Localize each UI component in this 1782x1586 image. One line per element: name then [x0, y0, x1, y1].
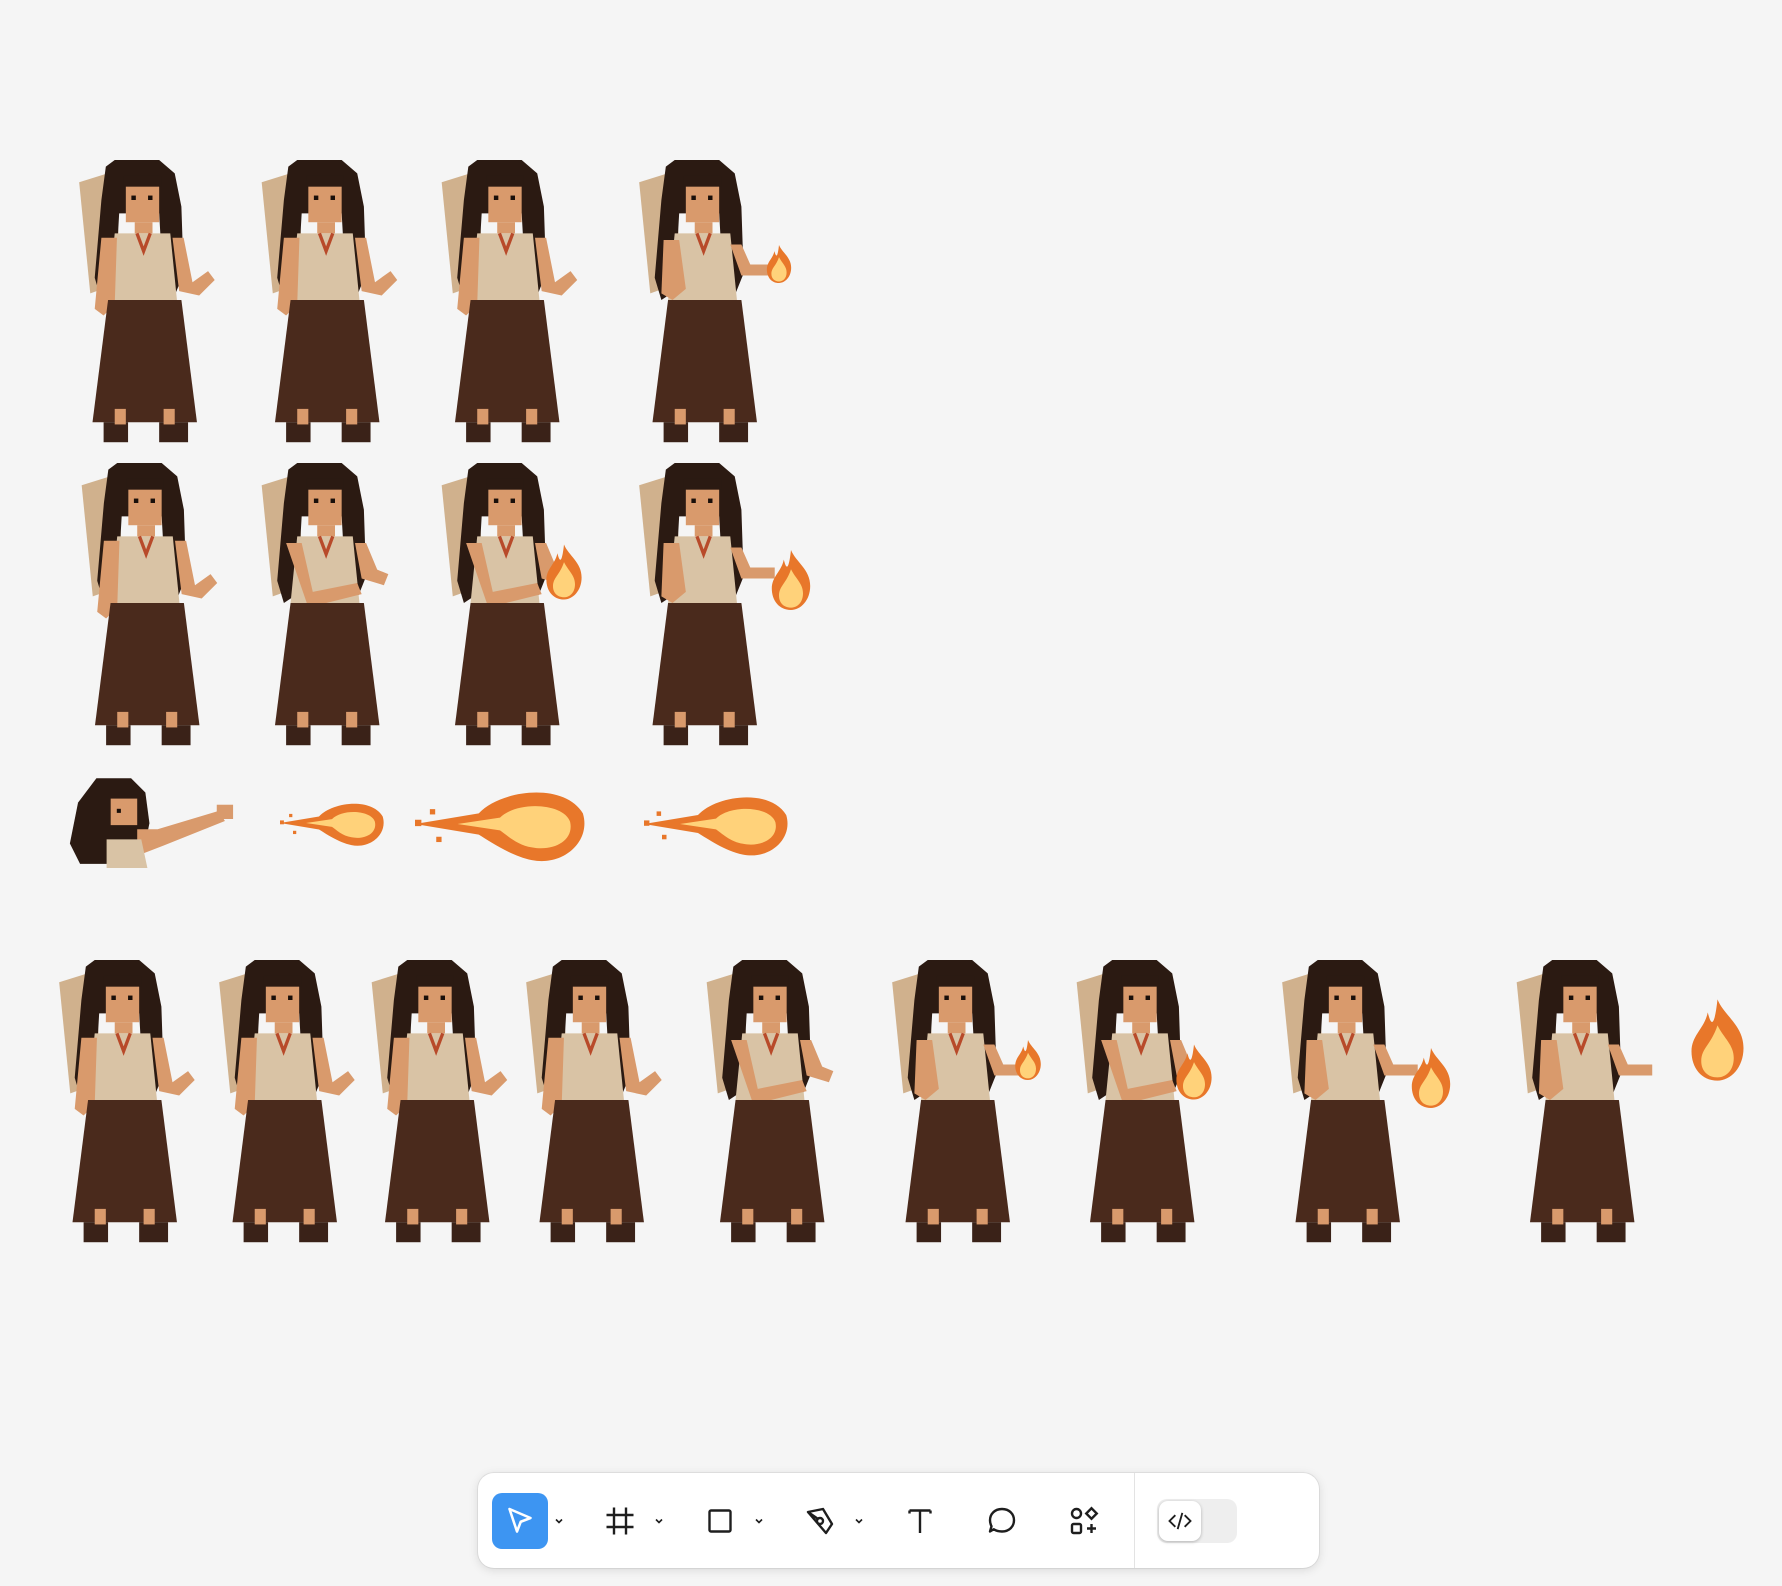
flame-effect	[542, 540, 586, 604]
sheet-frame-r2-cast-flame[interactable]	[615, 463, 790, 763]
sheet-frame-r1-idle-1[interactable]	[70, 160, 215, 460]
cursor-arrow-icon	[508, 1507, 532, 1533]
chevron-down-icon	[555, 1518, 563, 1524]
flame-effect	[1405, 1048, 1457, 1108]
speech-bubble-icon	[988, 1507, 1016, 1533]
sheet-frame-r2-idle[interactable]	[70, 463, 220, 763]
dev-mode-toggle[interactable]	[1157, 1498, 1237, 1543]
code-brackets-icon	[1168, 1512, 1192, 1529]
strip-frame-1[interactable]	[50, 960, 195, 1260]
assets-tool-button[interactable]	[1056, 1493, 1112, 1549]
rectangle-icon	[708, 1508, 732, 1533]
cast-pose-sprite[interactable]	[65, 768, 240, 870]
design-canvas[interactable]	[0, 0, 1782, 1586]
toolbar-divider	[1134, 1473, 1135, 1568]
text-t-icon	[908, 1508, 932, 1533]
strip-frame-3[interactable]	[355, 960, 515, 1260]
text-tool-button[interactable]	[892, 1493, 948, 1549]
pen-tool-button[interactable]	[792, 1493, 848, 1549]
chevron-down-icon	[755, 1518, 763, 1524]
strip-frame-4[interactable]	[512, 960, 667, 1260]
sheet-frame-r1-hold-ember[interactable]	[615, 160, 790, 460]
shapes-plus-icon	[1070, 1506, 1099, 1534]
flame-effect	[1172, 1040, 1216, 1104]
move-tool-menu-button[interactable]	[548, 1493, 570, 1549]
dev-mode-knob	[1159, 1500, 1201, 1541]
chevron-down-icon	[855, 1518, 863, 1524]
frame-tool-menu-button[interactable]	[648, 1493, 670, 1549]
shape-tool-button[interactable]	[692, 1493, 748, 1549]
hash-frame-icon	[606, 1507, 634, 1534]
strip-frame-7[interactable]	[1060, 960, 1220, 1260]
sheet-frame-r1-idle-3[interactable]	[425, 160, 585, 460]
shape-tool-menu-button[interactable]	[748, 1493, 770, 1549]
fireball-small[interactable]	[280, 780, 384, 866]
move-tool-button[interactable]	[492, 1492, 548, 1549]
fireball-large[interactable]	[630, 788, 802, 860]
strip-frame-6[interactable]	[868, 960, 1043, 1260]
sheet-frame-r1-idle-2[interactable]	[245, 160, 405, 460]
sheet-frame-r2-charge[interactable]	[245, 463, 405, 763]
strip-frame-2[interactable]	[205, 960, 360, 1260]
pen-nib-icon	[806, 1507, 834, 1534]
flame-effect	[766, 550, 816, 610]
strip-frame-5[interactable]	[690, 960, 850, 1260]
flame-effect	[1685, 995, 1750, 1085]
fireball-medium[interactable]	[415, 778, 585, 870]
strip-frame-9[interactable]	[1480, 960, 1680, 1260]
ember-effect	[1002, 1040, 1054, 1080]
bottom-toolbar	[478, 1473, 1319, 1568]
chevron-down-icon	[655, 1518, 663, 1524]
sheet-frame-r2-flame-rise[interactable]	[425, 463, 585, 763]
frame-tool-button[interactable]	[592, 1493, 648, 1549]
comment-tool-button[interactable]	[974, 1493, 1030, 1549]
pen-tool-menu-button[interactable]	[848, 1493, 870, 1549]
ember-effect	[755, 245, 803, 283]
strip-frame-8[interactable]	[1258, 960, 1433, 1260]
